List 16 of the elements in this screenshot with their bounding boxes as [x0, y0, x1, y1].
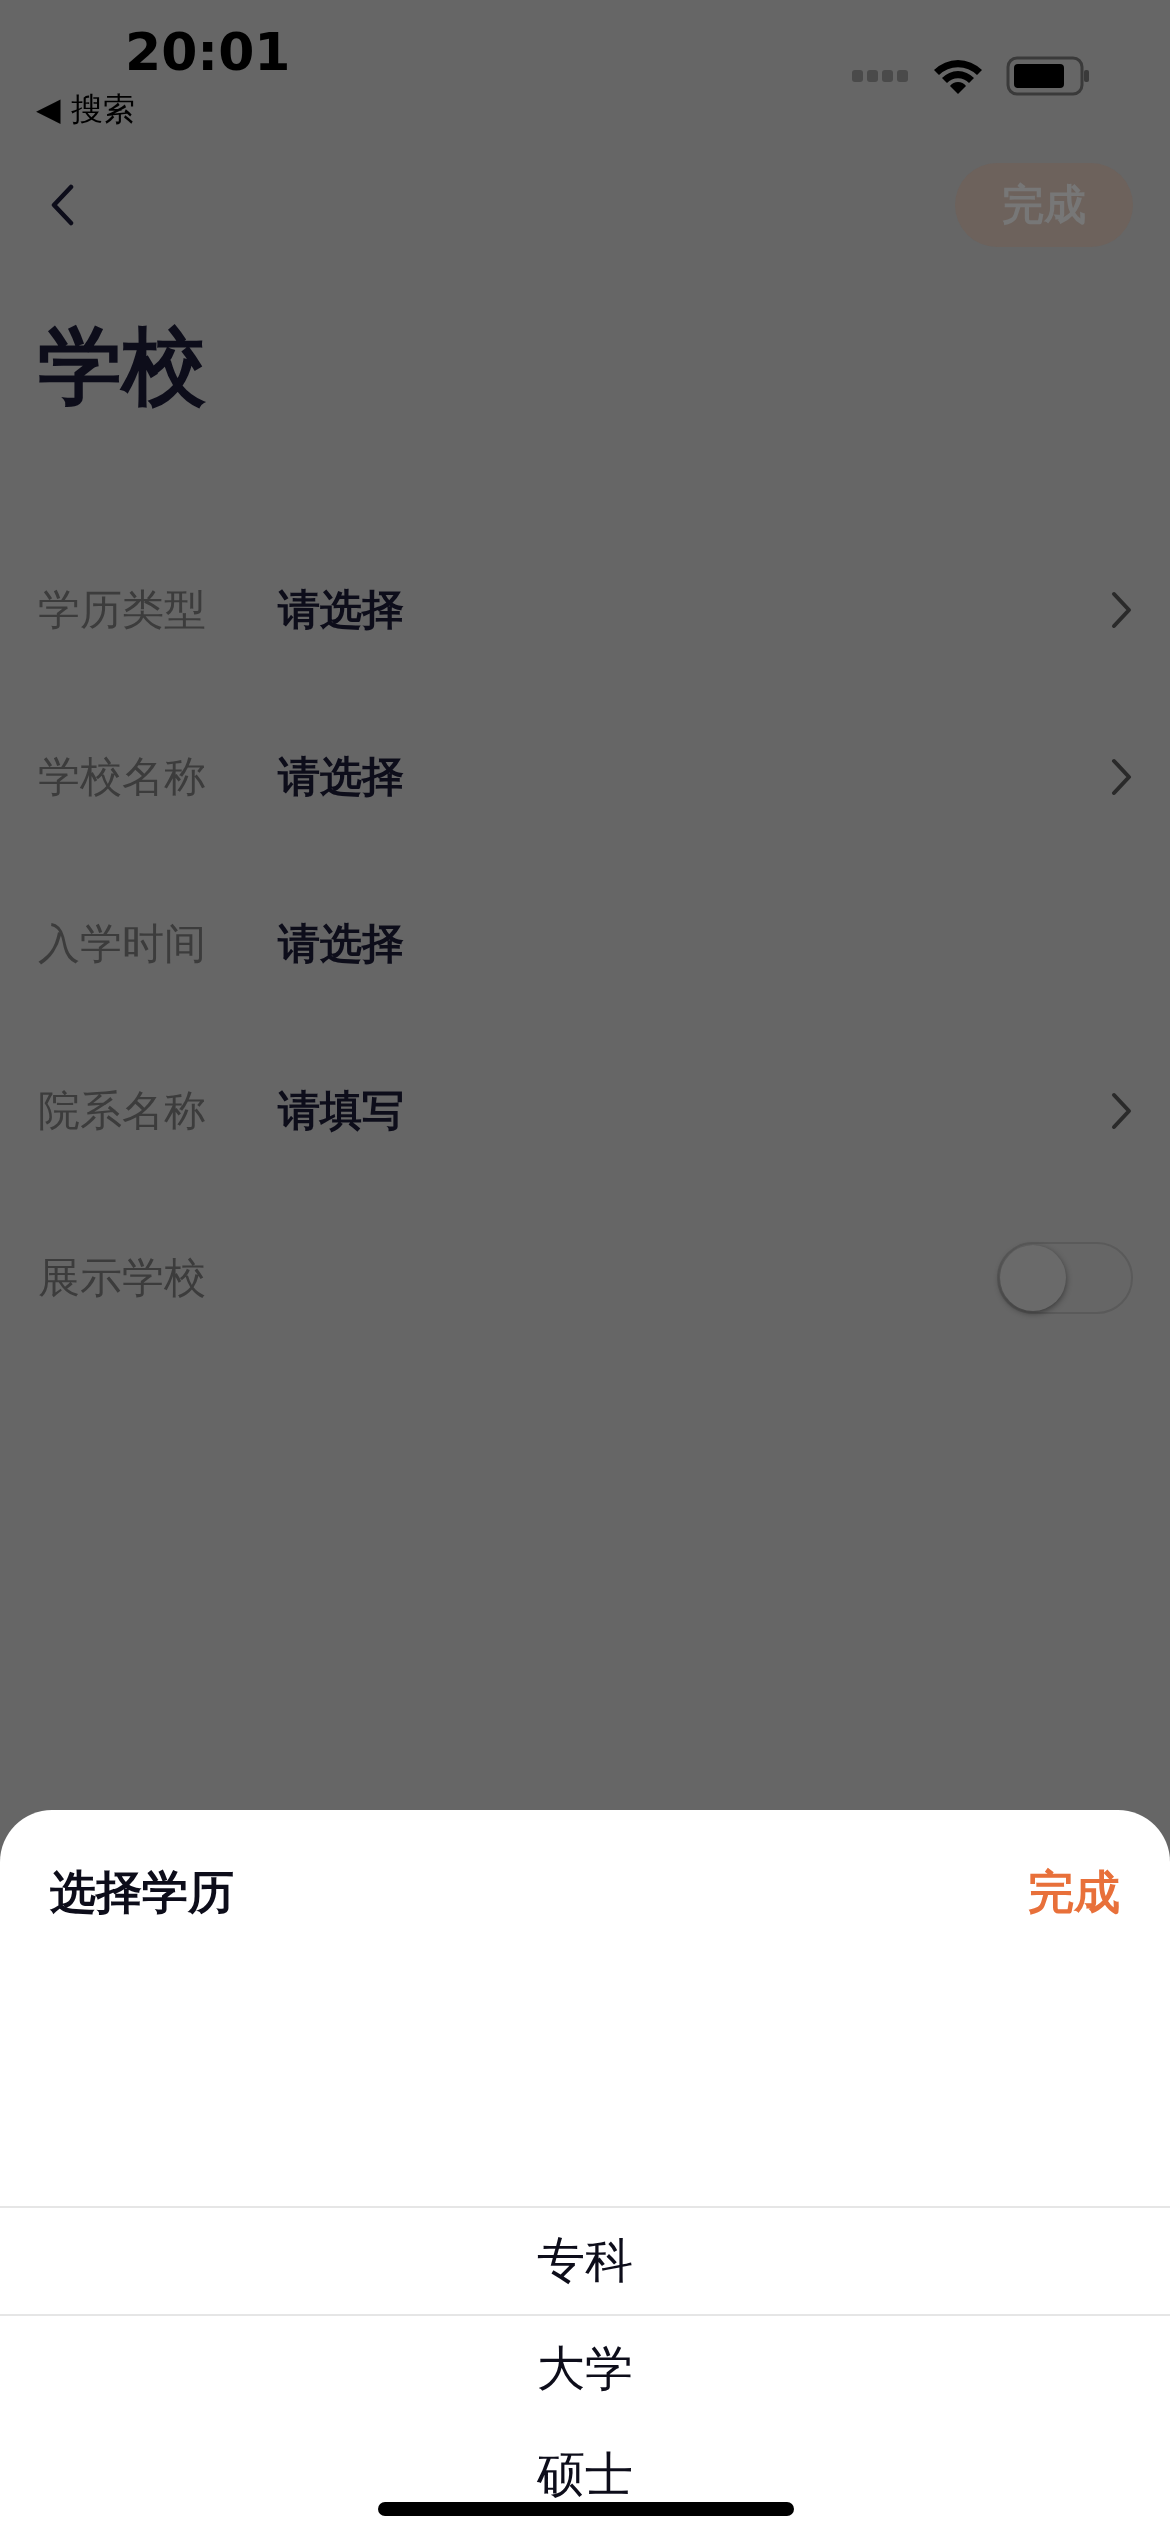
field-value[interactable]: 请选择	[278, 748, 1111, 805]
back-to-app-link[interactable]: ◀ 搜索	[36, 88, 135, 132]
status-time: 20:01	[125, 22, 291, 82]
sheet-title: 选择学历	[50, 1864, 234, 1921]
battery-icon	[1006, 56, 1090, 96]
sheet-done-button[interactable]: 完成	[1028, 1862, 1120, 1924]
toggle-switch[interactable]	[997, 1241, 1133, 1314]
signal-icon	[852, 69, 910, 83]
field-value[interactable]: 请选择	[278, 915, 1133, 972]
picker-option[interactable]: 大学	[0, 2316, 1170, 2422]
field-value[interactable]: 请填写	[278, 1082, 1111, 1139]
page-title: 学校	[38, 316, 207, 417]
picker-option[interactable]: 硕士	[0, 2422, 1170, 2528]
field-value[interactable]: 请选择	[278, 581, 1111, 638]
back-icon[interactable]	[50, 184, 74, 226]
picker-option[interactable]: 专科	[0, 2206, 1170, 2316]
